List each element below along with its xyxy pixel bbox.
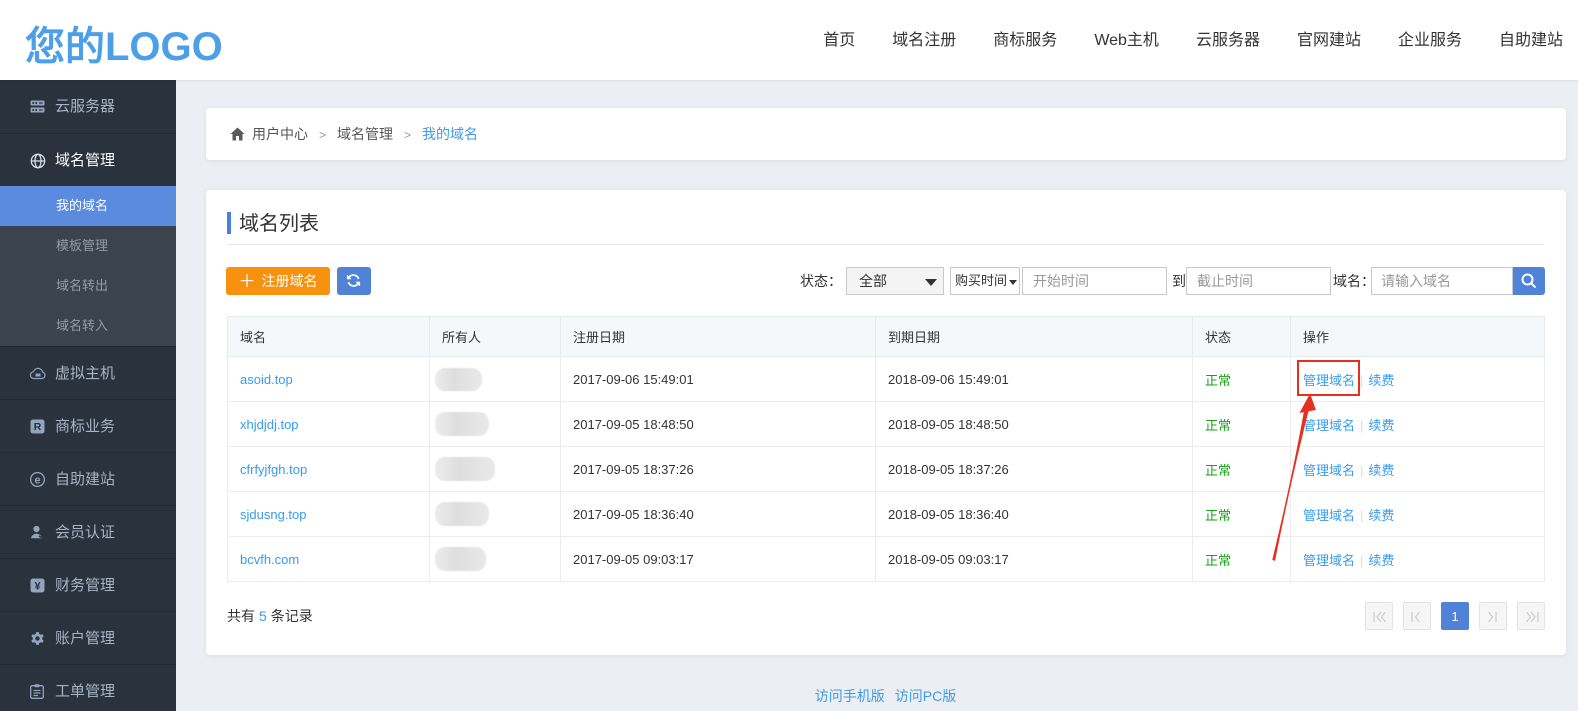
svg-text:R: R [34,421,42,433]
svg-text:e: e [34,474,40,486]
svg-text:¥: ¥ [34,581,41,593]
